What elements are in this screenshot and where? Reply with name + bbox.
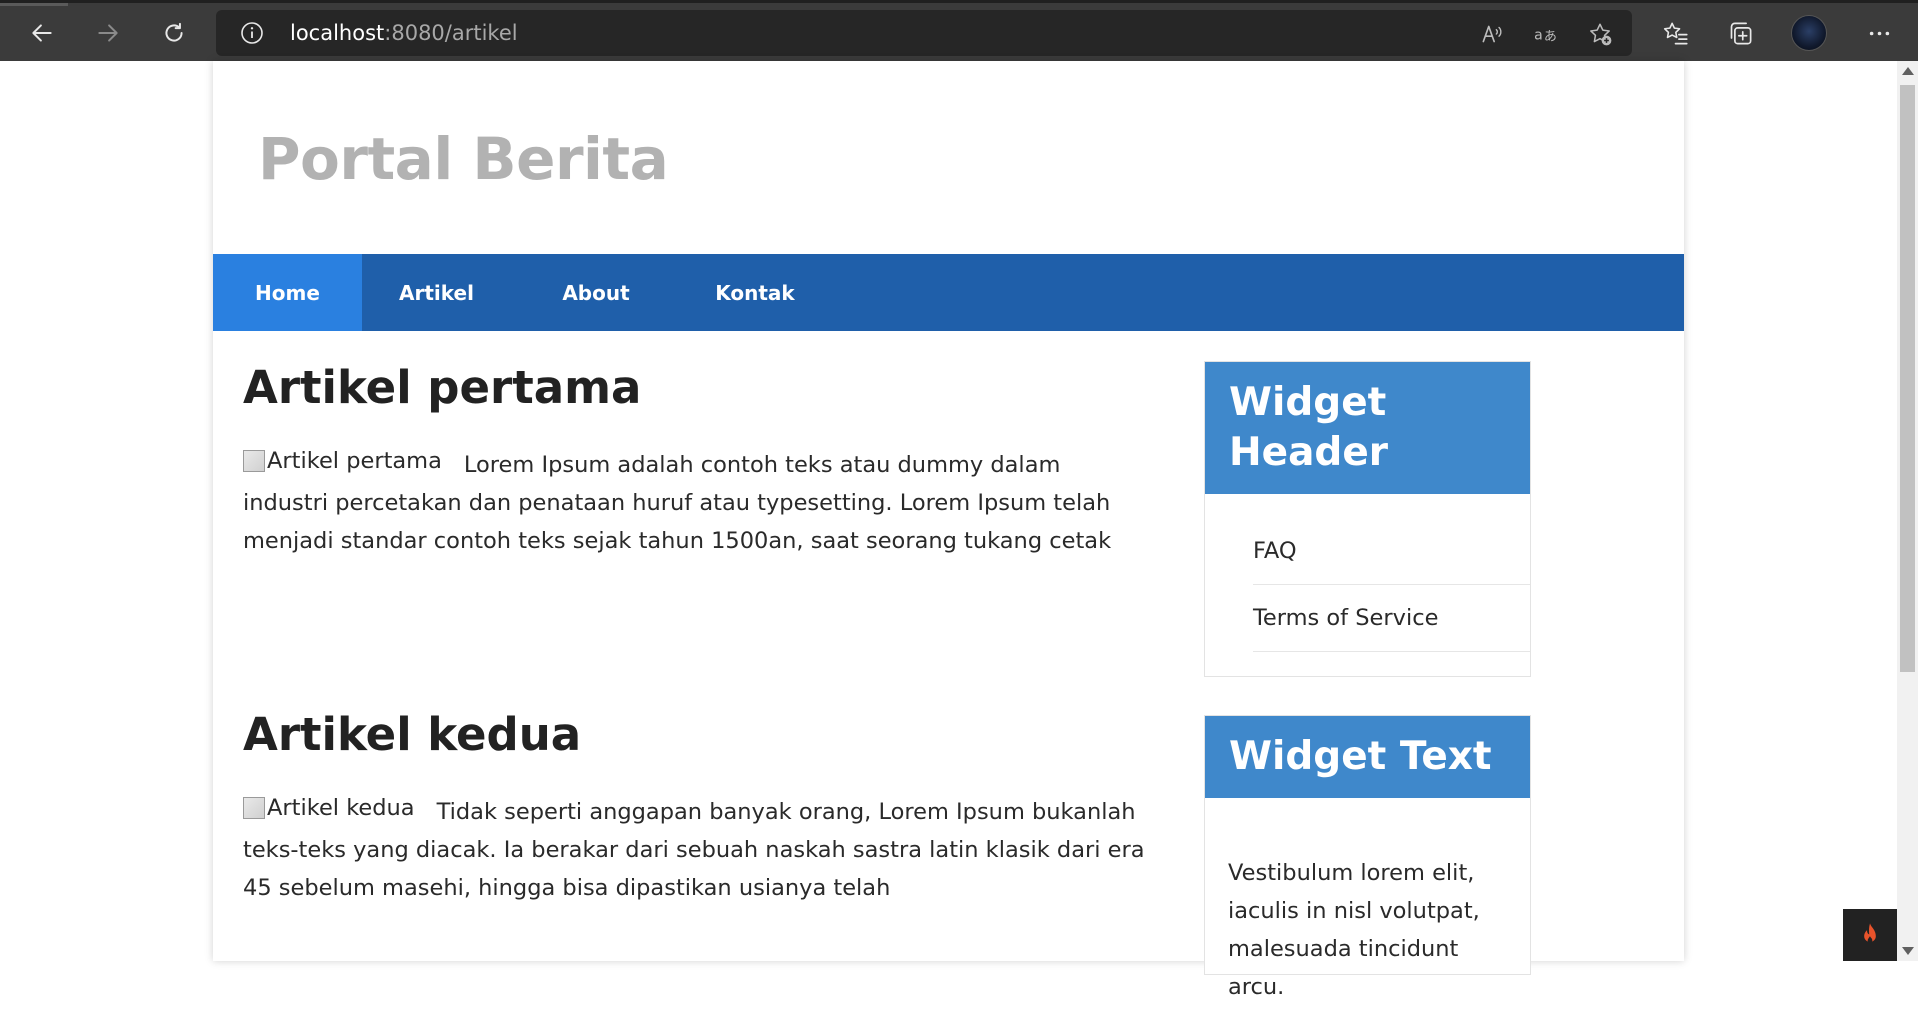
more-options-icon: [1869, 31, 1889, 35]
article-card: Artikel kedua Artikel kedua Tidak seperti…: [243, 708, 1148, 907]
article-image-alt: Artikel pertama: [267, 448, 442, 474]
widget-link-list: FAQ Terms of Service: [1205, 494, 1530, 676]
nav-item-kontak[interactable]: Kontak: [680, 254, 830, 331]
nav-item-about[interactable]: About: [521, 254, 671, 331]
refresh-button[interactable]: [154, 13, 194, 53]
article-body: Artikel pertama Lorem Ipsum adalah contoh…: [243, 442, 1148, 560]
star-add-icon: [1590, 23, 1612, 46]
flame-icon: [1864, 923, 1876, 943]
tab-strip-edge: [0, 3, 68, 6]
scroll-up-arrow-icon[interactable]: [1902, 67, 1914, 75]
vertical-scrollbar[interactable]: [1897, 61, 1918, 961]
refresh-icon: [165, 22, 183, 42]
forward-arrow-icon: [98, 24, 118, 42]
scroll-thumb[interactable]: [1900, 85, 1915, 672]
widget-title: Widget Text: [1205, 716, 1530, 798]
broken-image-icon: [243, 797, 265, 819]
url-text[interactable]: localhost:8080/artikel: [290, 21, 518, 45]
nav-item-home[interactable]: Home: [213, 254, 362, 331]
translate-icon: aあ: [1534, 27, 1557, 45]
article-title[interactable]: Artikel kedua: [243, 708, 1148, 761]
favorites-button[interactable]: [1660, 18, 1690, 48]
page-container: Portal Berita Home Artikel About Kontak …: [213, 61, 1684, 1000]
widget-link-faq[interactable]: FAQ: [1253, 518, 1530, 585]
browser-toolbar: localhost:8080/artikel aあ: [0, 0, 1918, 61]
favorites-list-icon: [1663, 22, 1688, 44]
svg-text:a: a: [1534, 27, 1543, 43]
article-image: Artikel pertama: [243, 442, 442, 480]
widget-title: Widget Header: [1205, 362, 1530, 494]
collections-button[interactable]: [1725, 18, 1755, 48]
url-path: :8080/artikel: [384, 21, 518, 45]
site-info-icon[interactable]: [240, 21, 264, 45]
widget-header-box: Widget Header FAQ Terms of Service: [1204, 361, 1531, 677]
broken-image-icon: [243, 450, 265, 472]
widget-text-body: Vestibulum lorem elit, iaculis in nisl v…: [1228, 860, 1480, 1000]
svg-text:あ: あ: [1544, 30, 1557, 45]
scroll-down-arrow-icon[interactable]: [1902, 947, 1914, 955]
settings-menu-button[interactable]: [1864, 18, 1894, 48]
collections-icon: [1730, 22, 1751, 44]
article-image: Artikel kedua: [243, 789, 415, 827]
page-viewport: Portal Berita Home Artikel About Kontak …: [0, 61, 1897, 1000]
widget-text-box: Widget Text Vestibulum lorem elit, iacul…: [1204, 715, 1531, 1000]
url-host: localhost: [290, 21, 385, 45]
nav-item-artikel[interactable]: Artikel: [362, 254, 511, 331]
site-title: Portal Berita: [258, 125, 669, 193]
forward-button[interactable]: [88, 13, 128, 53]
read-aloud-icon: [1482, 25, 1502, 43]
translate-button[interactable]: aあ: [1532, 20, 1560, 48]
read-aloud-button[interactable]: [1478, 20, 1506, 48]
article-body: Artikel kedua Tidak seperti anggapan bany…: [243, 789, 1148, 907]
article-card: Artikel pertama Artikel pertama Lorem Ips…: [243, 361, 1148, 560]
article-title[interactable]: Artikel pertama: [243, 361, 1148, 414]
back-arrow-icon: [32, 24, 52, 42]
profile-avatar[interactable]: [1791, 15, 1827, 51]
main-navbar: Home Artikel About Kontak: [213, 254, 1684, 331]
address-bar[interactable]: localhost:8080/artikel aあ: [216, 10, 1632, 56]
back-button[interactable]: [22, 13, 62, 53]
add-favorite-button[interactable]: [1586, 20, 1614, 48]
debug-toolbar-button[interactable]: [1843, 909, 1897, 961]
article-image-alt: Artikel kedua: [267, 795, 415, 821]
widget-link-terms[interactable]: Terms of Service: [1253, 585, 1530, 652]
